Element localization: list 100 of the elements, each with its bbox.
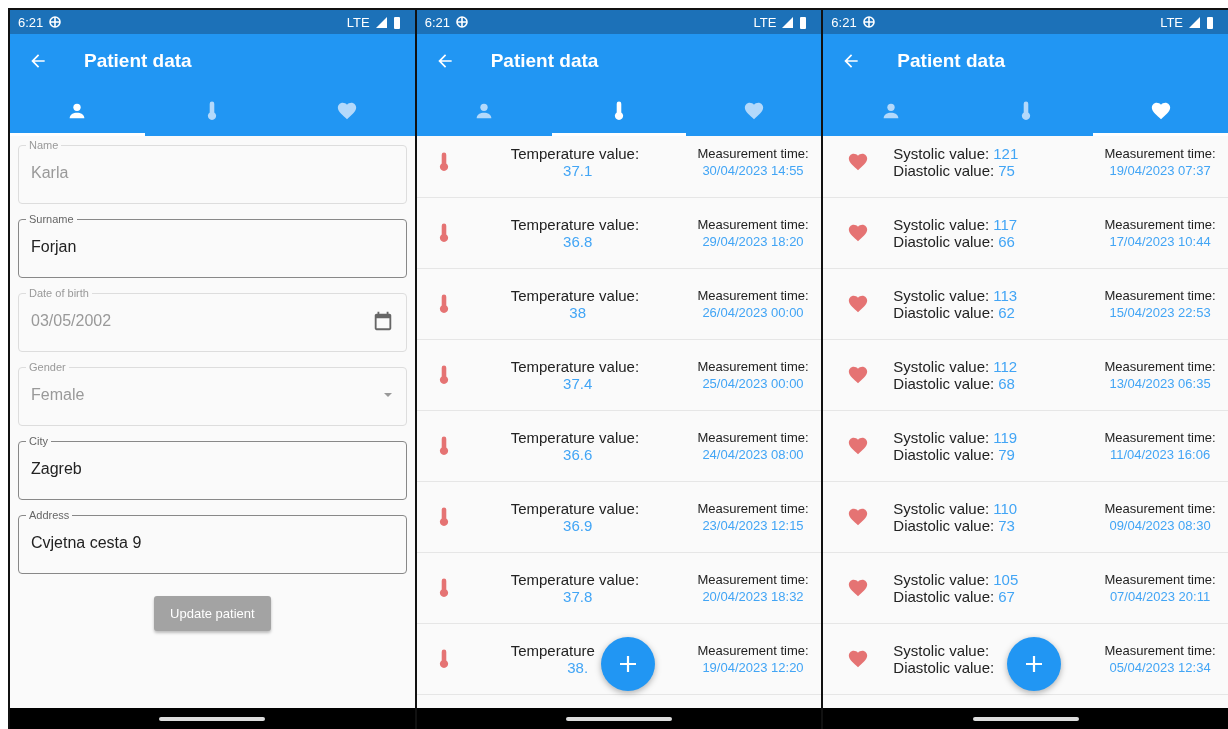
- heart-icon: [847, 435, 870, 457]
- field-value: 03/05/2002: [31, 312, 112, 330]
- time-label: Measurement time:: [697, 572, 809, 587]
- input-field[interactable]: Address Cvjetna cesta 9: [18, 508, 407, 574]
- diastolic-value: 67: [998, 588, 1015, 605]
- diastolic-value: 68: [998, 375, 1015, 392]
- diastolic-label: Diastolic value:: [893, 588, 995, 605]
- app-title: Patient data: [897, 50, 1006, 72]
- heart-icon: [847, 364, 870, 386]
- time-label: Measurement time:: [1104, 217, 1216, 232]
- time-value: 09/04/2023 08:30: [1109, 518, 1211, 533]
- list-row[interactable]: Temperature value: 37.1 Measurement time: 30/04/2023 14:55: [416, 136, 822, 198]
- time-label: Measurement time:: [1104, 146, 1216, 161]
- temperature-label: Temperature value:: [510, 358, 641, 375]
- time-label: Measurement time:: [1104, 643, 1216, 658]
- temperature-label: Temperature value:: [510, 216, 641, 233]
- systolic-value: 119: [993, 429, 1018, 446]
- time-label: Measurement time:: [697, 501, 809, 516]
- list-row[interactable]: Systolic value: 113 Diastolic value: 62 Measurement time: 15/04/2023 22:53: [823, 269, 1228, 340]
- systolic-label: Systolic value:: [893, 571, 990, 588]
- systolic-label: Systolic value:: [893, 500, 990, 517]
- list-row[interactable]: Systolic value: 110 Diastolic value: 73 Measurement time: 09/04/2023 08:30: [823, 482, 1228, 553]
- temperature-value: 38: [568, 304, 587, 321]
- systolic-label: Systolic value:: [893, 216, 990, 233]
- diastolic-label: Diastolic value:: [893, 517, 995, 534]
- field-label: Date of birth: [28, 286, 90, 300]
- time-value: 26/04/2023 00:00: [702, 305, 804, 320]
- list-row[interactable]: Temperature value: 36.6 Measurement time: 24/04/2023 08:00: [416, 411, 822, 482]
- list-row[interactable]: Temperature value: 36.8 Measurement time: 29/04/2023 18:20: [416, 198, 822, 269]
- home-indicator[interactable]: [972, 716, 1079, 721]
- heart-icon: [847, 577, 870, 599]
- field-label: Address: [28, 508, 71, 522]
- diastolic-label: Diastolic value:: [893, 446, 995, 463]
- diastolic-value: 73: [998, 517, 1015, 534]
- heart-icon: [847, 506, 870, 528]
- time-label: Measurement time:: [1104, 359, 1216, 374]
- temperature-value: 36.6: [562, 446, 594, 463]
- time-value: 19/04/2023 12:20: [702, 660, 804, 675]
- field-value: Cvjetna cesta 9: [31, 534, 142, 552]
- list-row[interactable]: Temperature value: 37.8 Measurement time: 20/04/2023 18:32: [416, 553, 822, 624]
- temperature-label: Temperature value:: [510, 571, 641, 588]
- list-row[interactable]: Systolic value: 119 Diastolic value: 79 Measurement time: 11/04/2023 16:06: [823, 411, 1228, 482]
- diastolic-label: Diastolic value:: [893, 233, 995, 250]
- time-value: 29/04/2023 18:20: [702, 234, 804, 249]
- add-button[interactable]: [1007, 637, 1062, 691]
- list-row[interactable]: Systolic value: 105 Diastolic value: 67 Measurement time: 07/04/2023 20:11: [823, 553, 1228, 624]
- network-label: LTE: [753, 14, 777, 30]
- systolic-label: Systolic value:: [893, 287, 990, 304]
- diastolic-label: Diastolic value:: [893, 659, 995, 676]
- temperature-label: Temperature value:: [510, 287, 641, 304]
- battery-icon: [799, 15, 808, 29]
- time-value: 24/04/2023 08:00: [702, 447, 804, 462]
- temperature-value: 36.8: [562, 233, 594, 250]
- list-row[interactable]: Temperature value: 38 Measurement time: 26/04/2023 00:00: [416, 269, 822, 340]
- time-label: Measurement time:: [697, 643, 809, 658]
- systolic-value: 110: [993, 500, 1018, 517]
- input-field[interactable]: Surname Forjan: [18, 212, 407, 278]
- list-row[interactable]: Temperature value: 36.9 Measurement time: 23/04/2023 12:15: [416, 482, 822, 553]
- time-label: Measurement time:: [697, 430, 809, 445]
- app-title: Patient data: [84, 50, 192, 72]
- time-value: 20/04/2023 18:32: [702, 589, 804, 604]
- temperature-label: Temperature value:: [510, 500, 641, 517]
- diastolic-value: 62: [998, 304, 1015, 321]
- status-time: 6:21: [831, 14, 857, 30]
- list-row[interactable]: Systolic value: 117 Diastolic value: 66 Measurement time: 17/04/2023 10:44: [823, 198, 1228, 269]
- temperature-value: 37.8: [562, 588, 594, 605]
- time-label: Measurement time:: [697, 217, 809, 232]
- input-field[interactable]: City Zagreb: [18, 434, 407, 500]
- time-label: Measurement time:: [1104, 288, 1216, 303]
- systolic-label: Systolic value:: [893, 358, 990, 375]
- heart-icon: [847, 222, 870, 244]
- systolic-value: 112: [993, 358, 1018, 375]
- field-value: Forjan: [31, 238, 77, 256]
- list-row[interactable]: Systolic value: 121 Diastolic value: 75 Measurement time: 19/04/2023 07:37: [823, 136, 1228, 198]
- temperature-label: Temperature: [510, 642, 596, 659]
- time-value: 30/04/2023 14:55: [702, 163, 804, 178]
- diastolic-label: Diastolic value:: [893, 304, 995, 321]
- app-title: Patient data: [490, 50, 599, 72]
- systolic-value: 121: [993, 145, 1019, 162]
- systolic-value: 105: [993, 571, 1019, 588]
- status-time: 6:21: [424, 14, 450, 30]
- time-value: 25/04/2023 00:00: [702, 376, 804, 391]
- home-indicator[interactable]: [159, 716, 266, 721]
- time-label: Measurement time:: [1104, 430, 1216, 445]
- heart-icon: [847, 293, 870, 315]
- time-value: 07/04/2023 20:11: [1109, 589, 1211, 604]
- network-label: LTE: [346, 14, 370, 30]
- battery-icon: [392, 15, 401, 29]
- list-row[interactable]: Temperature value: 37.4 Measurement time: 25/04/2023 00:00: [416, 340, 822, 411]
- field-label: City: [28, 434, 49, 448]
- field-label: Surname: [28, 212, 75, 226]
- diastolic-value: 66: [998, 233, 1015, 250]
- time-label: Measurement time:: [697, 146, 809, 161]
- home-indicator[interactable]: [566, 716, 672, 721]
- temperature-label: Temperature value:: [510, 145, 641, 162]
- heart-icon: [847, 648, 870, 670]
- time-value: 17/04/2023 10:44: [1109, 234, 1211, 249]
- list-row[interactable]: Systolic value: 112 Diastolic value: 68 Measurement time: 13/04/2023 06:35: [823, 340, 1228, 411]
- diastolic-label: Diastolic value:: [893, 375, 995, 392]
- add-button[interactable]: [600, 637, 655, 691]
